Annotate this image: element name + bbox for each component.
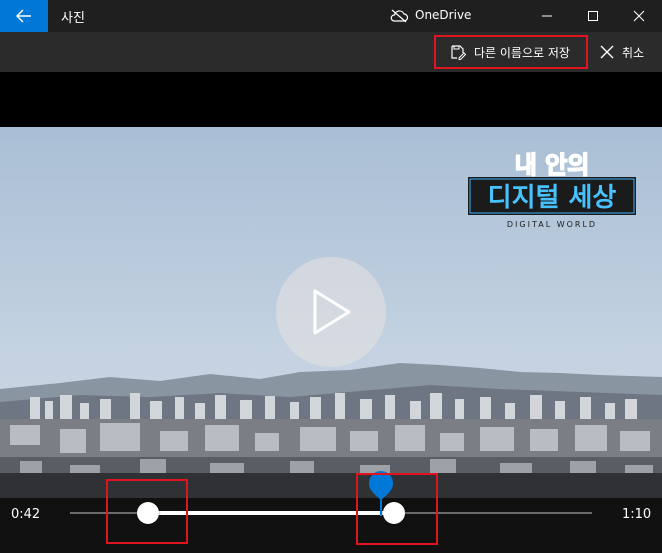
save-as-label: 다른 이름으로 저장: [474, 45, 570, 60]
back-button[interactable]: [0, 0, 48, 32]
letterbox-top: [0, 72, 662, 127]
onedrive-label[interactable]: OneDrive: [415, 8, 471, 22]
minimize-icon: [542, 15, 552, 17]
app-title: 사진: [61, 11, 85, 26]
play-button[interactable]: [276, 257, 386, 367]
minimize-button[interactable]: [524, 0, 570, 32]
maximize-button[interactable]: [570, 0, 616, 32]
back-arrow-icon: [16, 9, 31, 23]
onedrive-cloud-icon: [389, 8, 409, 27]
close-window-button[interactable]: [616, 0, 662, 32]
play-icon: [313, 289, 351, 335]
maximize-icon: [588, 11, 598, 21]
save-as-icon: [451, 45, 466, 60]
cancel-label: 취소: [622, 45, 645, 60]
save-as-button[interactable]: 다른 이름으로 저장: [434, 35, 588, 69]
trim-controls-bar: [0, 498, 662, 553]
trim-start-highlight: [106, 479, 188, 544]
close-icon: [633, 10, 645, 22]
logo-title-main: 디지털 세상: [488, 183, 617, 213]
end-time: 1:10: [622, 507, 652, 522]
logo-subtitle: DIGITAL WORLD: [507, 220, 597, 229]
cancel-x-icon: [600, 45, 614, 59]
current-time: 0:42: [11, 507, 41, 522]
logo-title-top: 내 안의: [515, 151, 590, 179]
channel-logo: 내 안의 디지털 세상 DIGITAL WORLD: [466, 147, 638, 229]
cancel-button[interactable]: 취소: [600, 40, 644, 64]
trim-end-highlight: [356, 473, 438, 545]
